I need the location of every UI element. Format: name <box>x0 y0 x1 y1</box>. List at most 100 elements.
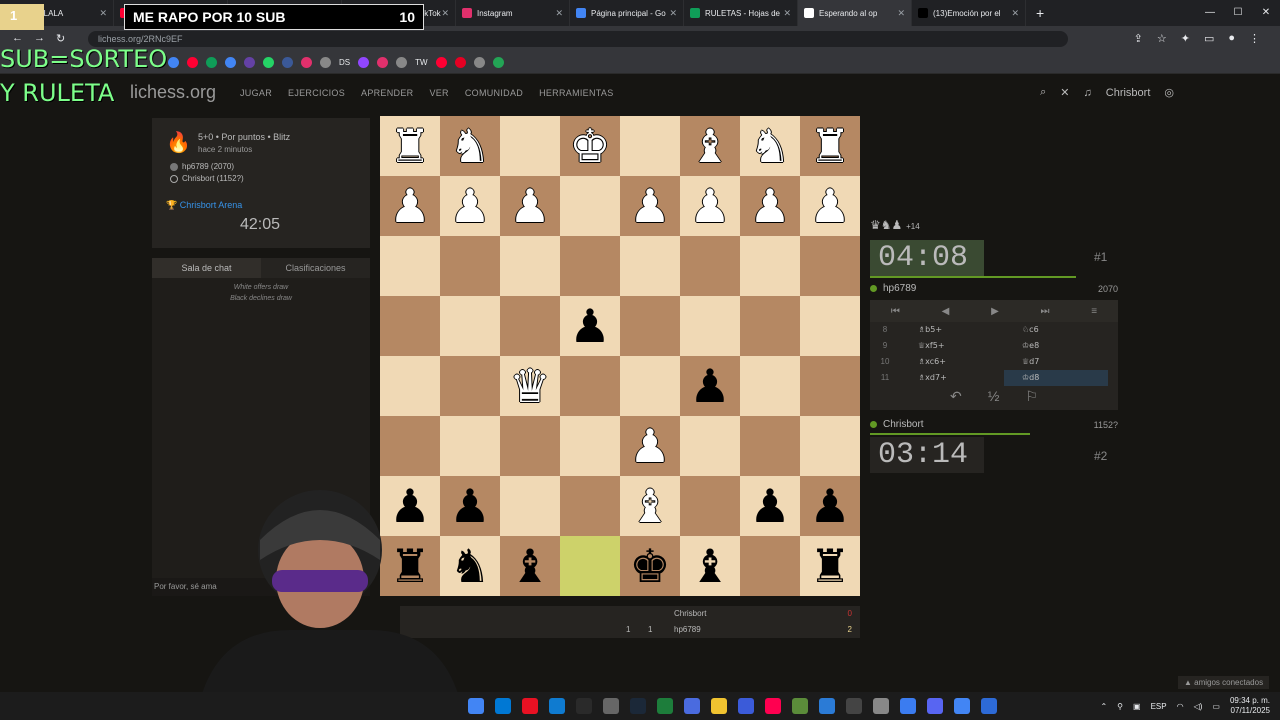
bookmark-app4-icon[interactable] <box>454 57 466 68</box>
board-square[interactable]: ♜ <box>800 116 860 176</box>
white-pawn-icon[interactable]: ♟ <box>509 176 550 236</box>
browser-tab[interactable]: Esperando al op ✕ <box>798 0 912 26</box>
resign-flag-icon[interactable]: ⚐ <box>1025 388 1038 405</box>
board-square[interactable] <box>740 536 800 596</box>
bookmark-app6-icon[interactable] <box>492 57 504 68</box>
close-icon[interactable]: ✕ <box>1060 86 1069 99</box>
board-square[interactable] <box>560 176 620 236</box>
black-pawn-icon[interactable]: ♟ <box>749 476 790 536</box>
sidebar-icon[interactable]: ▭ <box>1204 32 1214 45</box>
board-square[interactable] <box>560 236 620 296</box>
board-square[interactable]: ♟ <box>620 176 680 236</box>
tray-app-icon[interactable]: ▣ <box>1133 702 1141 711</box>
board-square[interactable] <box>380 416 440 476</box>
takeback-icon[interactable]: ↶ <box>950 388 962 405</box>
board-square[interactable]: ♟ <box>620 416 680 476</box>
board-square[interactable] <box>500 116 560 176</box>
board-square[interactable] <box>680 416 740 476</box>
tab-close-icon[interactable]: ✕ <box>555 8 563 19</box>
bookmark-google-icon[interactable] <box>168 57 179 68</box>
arena-link[interactable]: 🏆 Chrisbort Arena <box>166 200 242 211</box>
share-icon[interactable]: ⇪ <box>1134 32 1143 45</box>
black-king-icon[interactable]: ♚ <box>629 536 670 596</box>
board-square[interactable] <box>500 416 560 476</box>
board-square[interactable] <box>560 536 620 596</box>
black-bishop-icon[interactable]: ♝ <box>689 536 730 596</box>
opponent-name-row[interactable]: hp6789 2070 <box>870 283 1118 294</box>
browser-tab[interactable]: RULETAS - Hojas de ✕ <box>684 0 798 26</box>
black-rook-icon[interactable]: ♜ <box>809 536 850 596</box>
board-square[interactable] <box>800 416 860 476</box>
new-tab-button[interactable]: + <box>1036 5 1044 21</box>
black-move[interactable]: ♕d7 <box>1004 354 1108 370</box>
opponent-name[interactable]: hp6789 <box>883 283 916 294</box>
url-input[interactable]: lichess.org/2RNc9EF <box>88 31 1068 47</box>
board-square[interactable]: ♝ <box>620 476 680 536</box>
board-square[interactable]: ♟ <box>740 176 800 236</box>
maximize-icon[interactable]: ☐ <box>1224 0 1252 26</box>
board-square[interactable] <box>620 296 680 356</box>
white-move[interactable]: ♗xd7+ <box>900 370 1004 386</box>
board-square[interactable] <box>440 356 500 416</box>
black-pawn-icon[interactable]: ♟ <box>569 296 610 356</box>
taskbar-app12-icon[interactable] <box>981 698 997 714</box>
board-square[interactable] <box>740 416 800 476</box>
tab-close-icon[interactable]: ✕ <box>783 8 791 19</box>
white-move[interactable]: ♗b5+ <box>900 322 1004 338</box>
taskbar-explorer-icon[interactable] <box>711 698 727 714</box>
taskbar-app11-icon[interactable] <box>900 698 916 714</box>
taskbar-steam-icon[interactable] <box>630 698 646 714</box>
browser-tab[interactable]: (13)Emoción por el ✕ <box>912 0 1026 26</box>
tray-lang[interactable]: ESP <box>1151 702 1167 711</box>
white-move[interactable]: ♕xf5+ <box>900 338 1004 354</box>
wifi-icon[interactable]: ◠ <box>1177 702 1184 711</box>
bookmark-whatsapp-icon[interactable] <box>263 57 274 68</box>
taskbar-discord-icon[interactable] <box>927 698 943 714</box>
offer-draw-icon[interactable]: ½ <box>988 388 1000 405</box>
black-move[interactable]: ♘c6 <box>1004 322 1108 338</box>
board-square[interactable]: ♝ <box>680 116 740 176</box>
white-pawn-icon[interactable]: ♟ <box>809 176 850 236</box>
board-square[interactable]: ♟ <box>560 296 620 356</box>
bookmark-youtube-icon[interactable] <box>187 57 198 68</box>
taskbar-app10-icon[interactable] <box>873 698 889 714</box>
extensions-icon[interactable]: ✦ <box>1181 32 1190 45</box>
board-square[interactable]: ♟ <box>680 356 740 416</box>
board-square[interactable] <box>560 476 620 536</box>
taskbar-chrome2-icon[interactable] <box>954 698 970 714</box>
board-square[interactable] <box>440 236 500 296</box>
white-queen-icon[interactable]: ♛ <box>509 356 550 416</box>
tab-close-icon[interactable]: ✕ <box>669 8 677 19</box>
friends-online-button[interactable]: ▲ amigos conectados <box>1178 676 1270 689</box>
taskbar-app7-icon[interactable] <box>792 698 808 714</box>
board-square[interactable]: ♟ <box>800 176 860 236</box>
board-square[interactable]: ♝ <box>680 536 740 596</box>
search-icon[interactable]: ⌕ <box>1040 86 1046 99</box>
notification-bell-icon[interactable]: ♫ <box>1084 87 1092 99</box>
player-name-row[interactable]: Chrisbort 1152? <box>870 419 1118 430</box>
prev-move-icon[interactable]: ◀ <box>942 306 950 317</box>
tab-close-icon[interactable]: ✕ <box>1011 8 1019 19</box>
board-square[interactable] <box>500 296 560 356</box>
board-square[interactable]: ♞ <box>740 116 800 176</box>
first-move-icon[interactable]: ⏮ <box>891 306 900 317</box>
browser-tab[interactable]: Página principal - Go ✕ <box>570 0 684 26</box>
tab-close-icon[interactable]: ✕ <box>441 8 449 19</box>
white-pawn-icon[interactable]: ♟ <box>689 176 730 236</box>
board-square[interactable] <box>740 356 800 416</box>
bookmark-tw[interactable]: TW <box>415 58 427 67</box>
taskbar-edge-icon[interactable] <box>549 698 565 714</box>
black-move[interactable]: ♔e8 <box>1004 338 1108 354</box>
board-square[interactable] <box>800 356 860 416</box>
bookmark-ds[interactable]: DS <box>339 58 350 67</box>
board-square[interactable]: ♟ <box>680 176 740 236</box>
nav-jugar[interactable]: JUGAR <box>240 88 272 98</box>
board-square[interactable]: ♟ <box>800 476 860 536</box>
player-name[interactable]: Chrisbort <box>883 419 924 430</box>
bookmark-folder-icon[interactable] <box>320 57 331 68</box>
nav-ver[interactable]: VER <box>429 88 448 98</box>
board-square[interactable] <box>740 296 800 356</box>
black-pawn-icon[interactable]: ♟ <box>809 476 850 536</box>
taskbar-app4-icon[interactable] <box>603 698 619 714</box>
scoreboard-player[interactable]: Chrisbort <box>674 606 706 622</box>
